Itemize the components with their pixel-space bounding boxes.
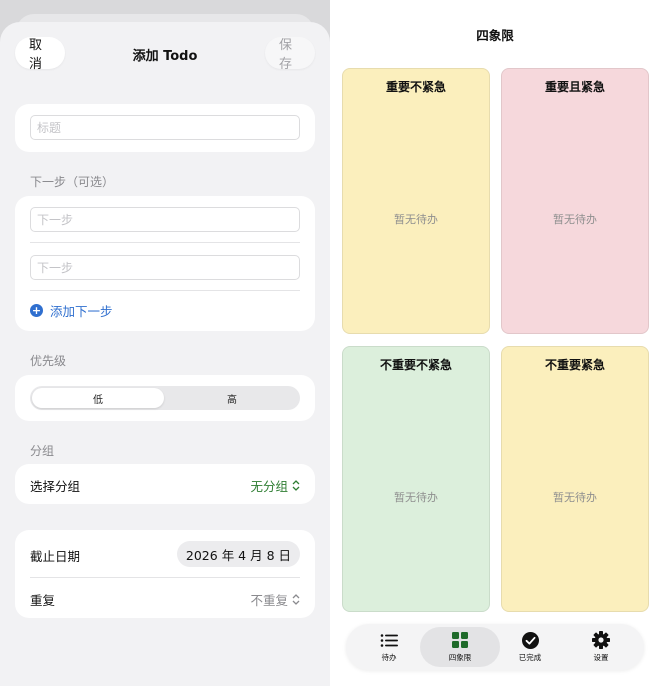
save-button[interactable]: 保存 — [265, 37, 315, 72]
date-repeat-card: 截止日期 2026 年 4 月 8 日 重复 不重复 — [15, 530, 315, 618]
repeat-label: 重复 — [30, 593, 56, 608]
repeat-picker[interactable]: 不重复 — [250, 590, 300, 609]
add-next-step-label: 添加下一步 — [50, 304, 113, 319]
next-step-input[interactable]: 下一步 — [30, 255, 300, 280]
tab-label: 设置 — [593, 652, 609, 662]
quadrant-title: 重要且紧急 — [544, 80, 605, 94]
tab-label: 已完成 — [518, 652, 542, 662]
quadrant-panel: 四象限 重要不紧急 暂无待办 重要且紧急 暂无待办 不重要不紧急 暂无待办 不重… — [330, 0, 660, 686]
priority-option-low[interactable]: 低 — [32, 388, 164, 408]
page-title: 四象限 — [476, 28, 514, 43]
chevron-up-down-icon — [292, 594, 300, 605]
deadline-label: 截止日期 — [30, 549, 81, 564]
priority-card: 低 高 — [15, 375, 315, 421]
tab-quadrant[interactable]: 四象限 — [420, 627, 500, 667]
quadrant-important-urgent[interactable]: 重要且紧急 暂无待办 — [501, 68, 649, 334]
next-step-section-label: 下一步（可选） — [30, 175, 115, 189]
divider — [30, 242, 300, 243]
quadrant-title: 不重要紧急 — [544, 358, 605, 372]
deadline-date-picker[interactable]: 2026 年 4 月 8 日 — [176, 541, 300, 567]
quadrant-not-important-not-urgent[interactable]: 不重要不紧急 暂无待办 — [342, 346, 490, 612]
title-input[interactable]: 标题 — [30, 115, 300, 140]
quadrant-title: 重要不紧急 — [385, 80, 446, 94]
add-next-step-button[interactable]: + 添加下一步 — [30, 301, 113, 320]
tab-todo[interactable]: 待办 — [349, 627, 429, 667]
group-value: 无分组 — [250, 479, 288, 494]
tab-label: 四象限 — [448, 652, 472, 662]
group-row-label: 选择分组 — [30, 479, 81, 494]
empty-state-text: 暂无待办 — [394, 491, 438, 504]
tab-settings[interactable]: 设置 — [561, 627, 641, 667]
plus-circle-icon: + — [30, 304, 43, 317]
quadrant-not-important-urgent[interactable]: 不重要紧急 暂无待办 — [501, 346, 649, 612]
quadrant-important-not-urgent[interactable]: 重要不紧急 暂无待办 — [342, 68, 490, 334]
divider — [30, 290, 300, 291]
empty-state-text: 暂无待办 — [553, 213, 597, 226]
next-step-input[interactable]: 下一步 — [30, 207, 300, 232]
priority-segmented-control: 低 高 — [30, 386, 300, 410]
add-todo-panel: 取消 添加 Todo 保存 标题 下一步（可选） 下一步 下一步 + 添加下一步… — [0, 0, 330, 686]
title-card: 标题 — [15, 104, 315, 152]
priority-section-label: 优先级 — [30, 354, 67, 368]
quadrant-title: 不重要不紧急 — [379, 358, 452, 372]
group-card: 选择分组 无分组 — [15, 464, 315, 504]
list-icon — [380, 632, 398, 649]
empty-state-text: 暂无待办 — [394, 213, 438, 226]
tab-label: 待办 — [381, 652, 397, 662]
tab-bar: 待办 四象限 已完成 设置 — [346, 624, 644, 670]
priority-option-high[interactable]: 高 — [166, 388, 298, 408]
divider — [30, 577, 300, 578]
check-circle-icon — [521, 631, 539, 649]
tab-completed[interactable]: 已完成 — [490, 627, 570, 667]
repeat-value: 不重复 — [250, 593, 288, 608]
group-section-label: 分组 — [30, 444, 55, 458]
gear-icon — [592, 631, 610, 649]
chevron-up-down-icon — [292, 480, 300, 491]
grid-icon — [452, 632, 468, 649]
next-step-card: 下一步 下一步 + 添加下一步 — [15, 196, 315, 331]
group-picker[interactable]: 无分组 — [250, 476, 300, 495]
empty-state-text: 暂无待办 — [553, 491, 597, 504]
